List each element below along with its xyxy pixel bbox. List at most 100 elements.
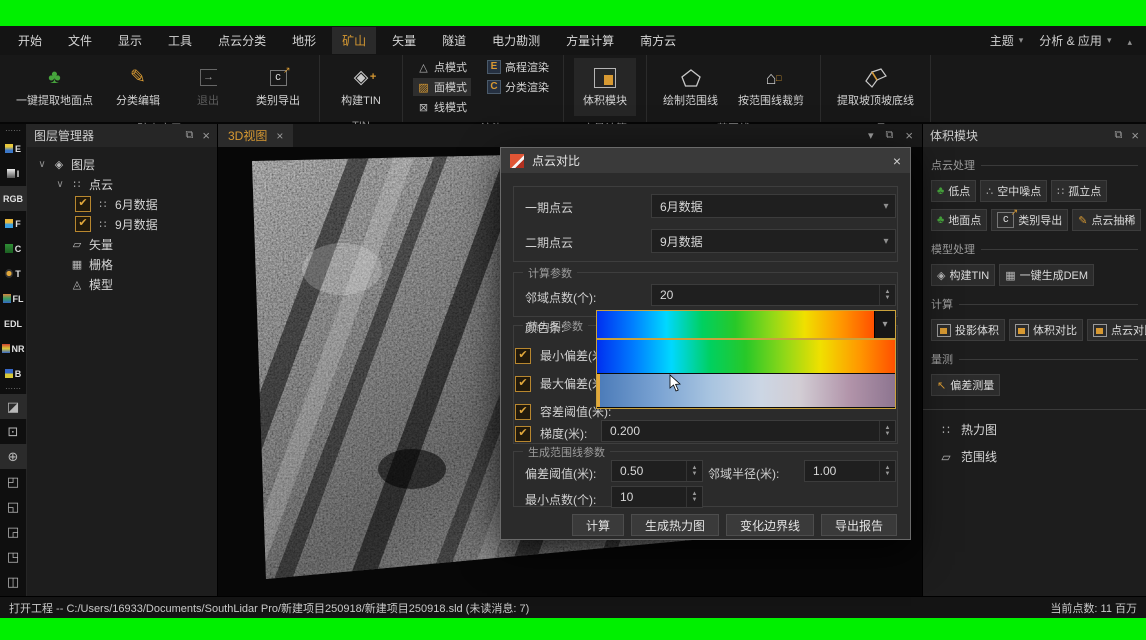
render-intensity-button[interactable]: I	[0, 161, 27, 186]
theme-menu[interactable]: 主题	[990, 32, 1024, 49]
draw-boundary-button[interactable]: 绘制范围线	[657, 58, 724, 116]
max-deviation-checkbox[interactable]	[515, 376, 531, 392]
face-mode-button[interactable]: ▨ 面模式	[413, 78, 471, 96]
classification-edit-button[interactable]: ✎ 分类编辑	[107, 58, 169, 116]
tree-node-model[interactable]: ◬ 模型	[31, 274, 213, 294]
volume-module-button[interactable]: 体积模块	[574, 58, 636, 116]
tab-3d-view[interactable]: 3D视图 ×	[218, 124, 293, 147]
colorbar-combobox[interactable]	[596, 310, 896, 339]
render-rgb-button[interactable]: RGB	[0, 186, 27, 211]
min-points-spinbox[interactable]: 10	[611, 486, 703, 508]
tolerance-checkbox[interactable]	[515, 404, 531, 420]
volume-compare-button[interactable]: 体积对比	[1009, 319, 1083, 341]
render-elevation-button[interactable]: E	[0, 136, 27, 161]
heatmap-result-item[interactable]: ∷ 热力图	[939, 421, 1146, 438]
menu-item-tools[interactable]: 工具	[158, 27, 202, 54]
view-left-button[interactable]: ◲	[0, 519, 27, 544]
close-panel-icon[interactable]	[202, 128, 210, 143]
dev-threshold-spinbox[interactable]: 0.50	[611, 460, 703, 482]
view-back-button[interactable]: ◫	[0, 569, 27, 594]
export-report-button[interactable]: 导出报告	[821, 514, 897, 536]
air-noise-button[interactable]: ∴空中噪点	[980, 180, 1047, 202]
build-tin-button[interactable]: ◈ 构建TIN	[330, 58, 392, 116]
expander-icon[interactable]	[37, 159, 47, 170]
menu-item-terrain[interactable]: 地形	[282, 27, 326, 54]
spinner-arrows-icon[interactable]	[686, 461, 702, 481]
low-points-button[interactable]: ♣低点	[931, 180, 976, 202]
view-right-button[interactable]: ◳	[0, 544, 27, 569]
view-top-button[interactable]: ◰	[0, 469, 27, 494]
tree-node-june-data[interactable]: ∷ 6月数据	[31, 194, 213, 214]
close-panel-icon[interactable]	[1131, 128, 1139, 143]
pick-point-tool-button[interactable]: ⊡	[0, 419, 27, 444]
generate-dem-button[interactable]: ▦一键生成DEM	[999, 264, 1094, 286]
deviation-measure-button[interactable]: ↖偏差测量	[931, 374, 1000, 396]
spinner-arrows-icon[interactable]	[879, 285, 895, 305]
colorbar-option-muted[interactable]	[597, 374, 895, 407]
analysis-apps-menu[interactable]: 分析 & 应用	[1039, 32, 1111, 49]
render-blend-button[interactable]: B	[0, 361, 27, 386]
isolated-points-button[interactable]: ∷孤立点	[1051, 180, 1107, 202]
menu-item-tunnel[interactable]: 隧道	[432, 27, 476, 54]
min-deviation-checkbox[interactable]	[515, 348, 531, 364]
render-flight-button[interactable]: F	[0, 211, 27, 236]
menu-item-pointcloud-classify[interactable]: 点云分类	[208, 27, 276, 54]
menu-item-file[interactable]: 文件	[58, 27, 102, 54]
dropdown-arrow-icon[interactable]	[877, 201, 895, 212]
colorbar-option-rainbow[interactable]	[597, 340, 895, 373]
projection-volume-button[interactable]: 投影体积	[931, 319, 1005, 341]
float-panel-icon[interactable]	[1115, 129, 1123, 142]
pointcloud-compare-button[interactable]: 点云对比	[1087, 319, 1146, 341]
line-mode-button[interactable]: ⊠ 线模式	[413, 98, 471, 116]
thin-pointcloud-button[interactable]: ✎点云抽稀	[1072, 209, 1141, 231]
menu-item-mining[interactable]: 矿山	[332, 27, 376, 54]
gradient-spinbox[interactable]: 0.200	[601, 420, 896, 442]
generate-heatmap-button[interactable]: 生成热力图	[631, 514, 719, 536]
spinner-arrows-icon[interactable]	[879, 461, 895, 481]
colorbar-dropdown-icon[interactable]	[874, 311, 895, 338]
expander-icon[interactable]	[55, 179, 65, 190]
render-fl-button[interactable]: FL	[0, 286, 27, 311]
boundary-result-item[interactable]: ▱ 范围线	[939, 448, 1146, 465]
neighbors-spinbox[interactable]: 20	[651, 284, 896, 306]
clip-by-boundary-button[interactable]: ⌂ 按范围线裁剪	[732, 58, 810, 116]
phase1-combobox[interactable]: 6月数据	[651, 194, 896, 218]
dropdown-arrow-icon[interactable]	[877, 236, 895, 247]
render-classification-button[interactable]: C	[0, 236, 27, 261]
close-tab-icon[interactable]: ×	[276, 129, 283, 143]
tree-node-raster[interactable]: ▦ 栅格	[31, 254, 213, 274]
render-nr-button[interactable]: NR	[0, 336, 27, 361]
float-panel-icon[interactable]	[186, 129, 194, 142]
spinner-arrows-icon[interactable]	[686, 487, 702, 507]
render-time-button[interactable]: T	[0, 261, 27, 286]
visibility-checkbox[interactable]	[75, 216, 91, 232]
edl-toggle-button[interactable]: EDL	[0, 311, 27, 336]
fill-tool-button[interactable]: ◪	[0, 394, 27, 419]
extract-ground-points-button[interactable]: ♣ 一键提取地面点	[10, 58, 99, 116]
view-front-button[interactable]: ◱	[0, 494, 27, 519]
change-boundary-button[interactable]: 变化边界线	[726, 514, 814, 536]
dialog-close-icon[interactable]: ×	[893, 153, 901, 169]
menu-item-start[interactable]: 开始	[8, 27, 52, 54]
category-export-button[interactable]: c 类别导出	[247, 58, 309, 116]
menu-item-south-cloud[interactable]: 南方云	[630, 27, 686, 54]
elevation-render-button[interactable]: E 高程渲染	[483, 58, 553, 76]
tree-node-september-data[interactable]: ∷ 9月数据	[31, 214, 213, 234]
close-view-icon[interactable]	[905, 128, 913, 143]
menu-item-vector[interactable]: 矢量	[382, 27, 426, 54]
gradient-checkbox[interactable]	[515, 426, 531, 442]
calculate-button[interactable]: 计算	[572, 514, 624, 536]
tree-node-vector[interactable]: ▱ 矢量	[31, 234, 213, 254]
menu-item-volume-calc[interactable]: 方量计算	[556, 27, 624, 54]
pan-tool-button[interactable]: ⊕	[0, 444, 27, 469]
build-tin-button[interactable]: ◈构建TIN	[931, 264, 995, 286]
spinner-arrows-icon[interactable]	[879, 421, 895, 441]
float-view-icon[interactable]	[886, 129, 894, 142]
point-mode-button[interactable]: △ 点模式	[413, 58, 471, 76]
category-export-button[interactable]: c类别导出	[991, 209, 1068, 231]
extract-slope-lines-button[interactable]: 提取坡顶坡底线	[831, 58, 920, 116]
tree-node-pointcloud[interactable]: ∷ 点云	[31, 174, 213, 194]
classification-render-button[interactable]: C 分类渲染	[483, 78, 553, 96]
tab-list-dropdown-icon[interactable]: ▾	[868, 129, 874, 142]
radius-spinbox[interactable]: 1.00	[804, 460, 896, 482]
